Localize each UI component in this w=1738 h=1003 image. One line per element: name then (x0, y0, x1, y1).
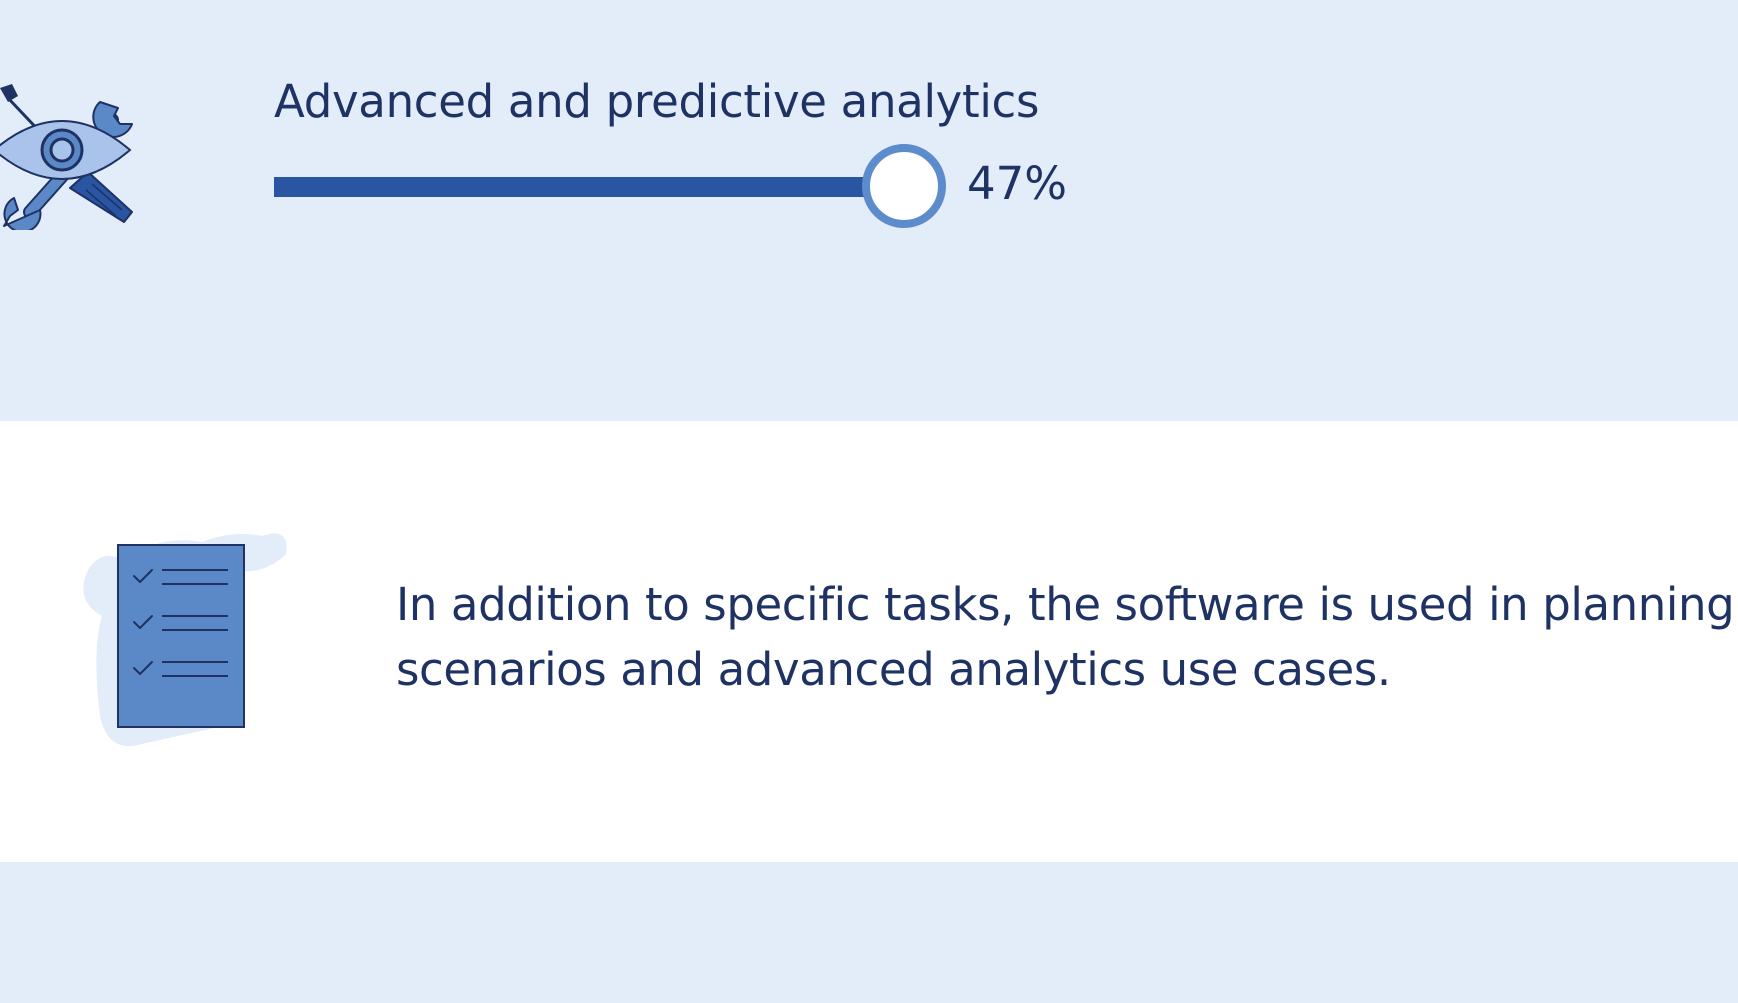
description-line-2: scenarios and advanced analytics use cas… (396, 643, 1391, 696)
description-text: In addition to specific tasks, the softw… (396, 572, 1738, 702)
percent-value: 47% (967, 157, 1068, 210)
checklist-document-icon (83, 533, 287, 747)
eye-wrench-tools-icon (0, 84, 133, 230)
metric-label: Advanced and predictive analytics (274, 75, 1040, 128)
progress-bar-fill (274, 177, 904, 197)
progress-bar-knob (862, 144, 946, 228)
description-line-1: In addition to specific tasks, the softw… (396, 578, 1735, 631)
progress-bar (274, 144, 1274, 228)
footer-band (0, 862, 1738, 1003)
